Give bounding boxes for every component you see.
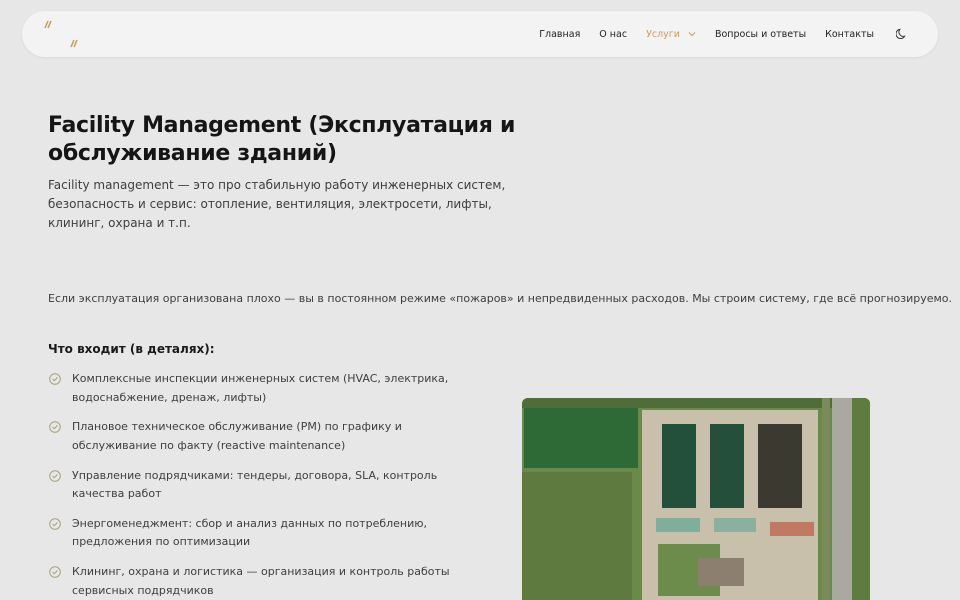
list-item-text: Энергоменеджмент: сбор и анализ данных п… — [72, 516, 428, 549]
nav-item-services-label: Услуги — [646, 28, 680, 40]
site-logo[interactable] — [44, 20, 78, 48]
check-circle-icon — [49, 566, 61, 578]
details-list: Комплексные инспекции инженерных систем … — [48, 370, 488, 600]
intro-paragraph: Если эксплуатация организована плохо — в… — [48, 292, 953, 305]
list-item-text: Клининг, охрана и логистика — организаци… — [72, 565, 450, 597]
nav-item-home[interactable]: Главная — [539, 29, 580, 40]
check-circle-icon — [49, 421, 61, 434]
check-circle-icon — [49, 469, 61, 482]
list-item: Комплексные инспекции инженерных систем … — [48, 370, 488, 407]
nav-item-home-label: Главная — [539, 28, 581, 40]
nav-item-about-label: О нас — [599, 28, 628, 40]
nav-item-faq-label: Вопросы и ответы — [714, 28, 807, 40]
page-title: Facility Management (Эксплуатация и обсл… — [48, 113, 516, 166]
list-item-text: Управление подрядчиками: тендеры, догово… — [72, 468, 438, 501]
details-heading: Что входит (в деталях): — [48, 342, 215, 356]
moon-icon[interactable] — [896, 28, 908, 40]
chevron-down-icon — [688, 32, 696, 37]
main-nav: Главная О нас Услуги Вопросы и ответы Ко… — [520, 11, 908, 57]
check-circle-icon — [49, 373, 61, 385]
list-item-text: Плановое техническое обслуживание (PM) п… — [72, 420, 402, 452]
check-circle-icon — [49, 518, 61, 530]
top-navbar: Главная О нас Услуги Вопросы и ответы Ко… — [22, 11, 938, 57]
nav-item-contacts-label: Контакты — [825, 28, 874, 40]
nav-item-services[interactable]: Услуги — [646, 29, 696, 40]
list-item: Управление подрядчиками: тендеры, догово… — [48, 467, 488, 504]
nav-item-about[interactable]: О нас — [599, 29, 627, 40]
nav-item-faq[interactable]: Вопросы и ответы — [715, 29, 806, 40]
aerial-facility-photo — [522, 398, 870, 600]
nav-item-contacts[interactable]: Контакты — [825, 29, 874, 40]
list-item: Клининг, охрана и логистика — организаци… — [48, 563, 488, 600]
lead-text: Facility management — это про стабильную… — [48, 178, 506, 230]
list-item: Плановое техническое обслуживание (PM) п… — [48, 418, 488, 455]
list-item: Энергоменеджмент: сбор и анализ данных п… — [48, 515, 488, 552]
list-item-text: Комплексные инспекции инженерных систем … — [72, 372, 449, 404]
